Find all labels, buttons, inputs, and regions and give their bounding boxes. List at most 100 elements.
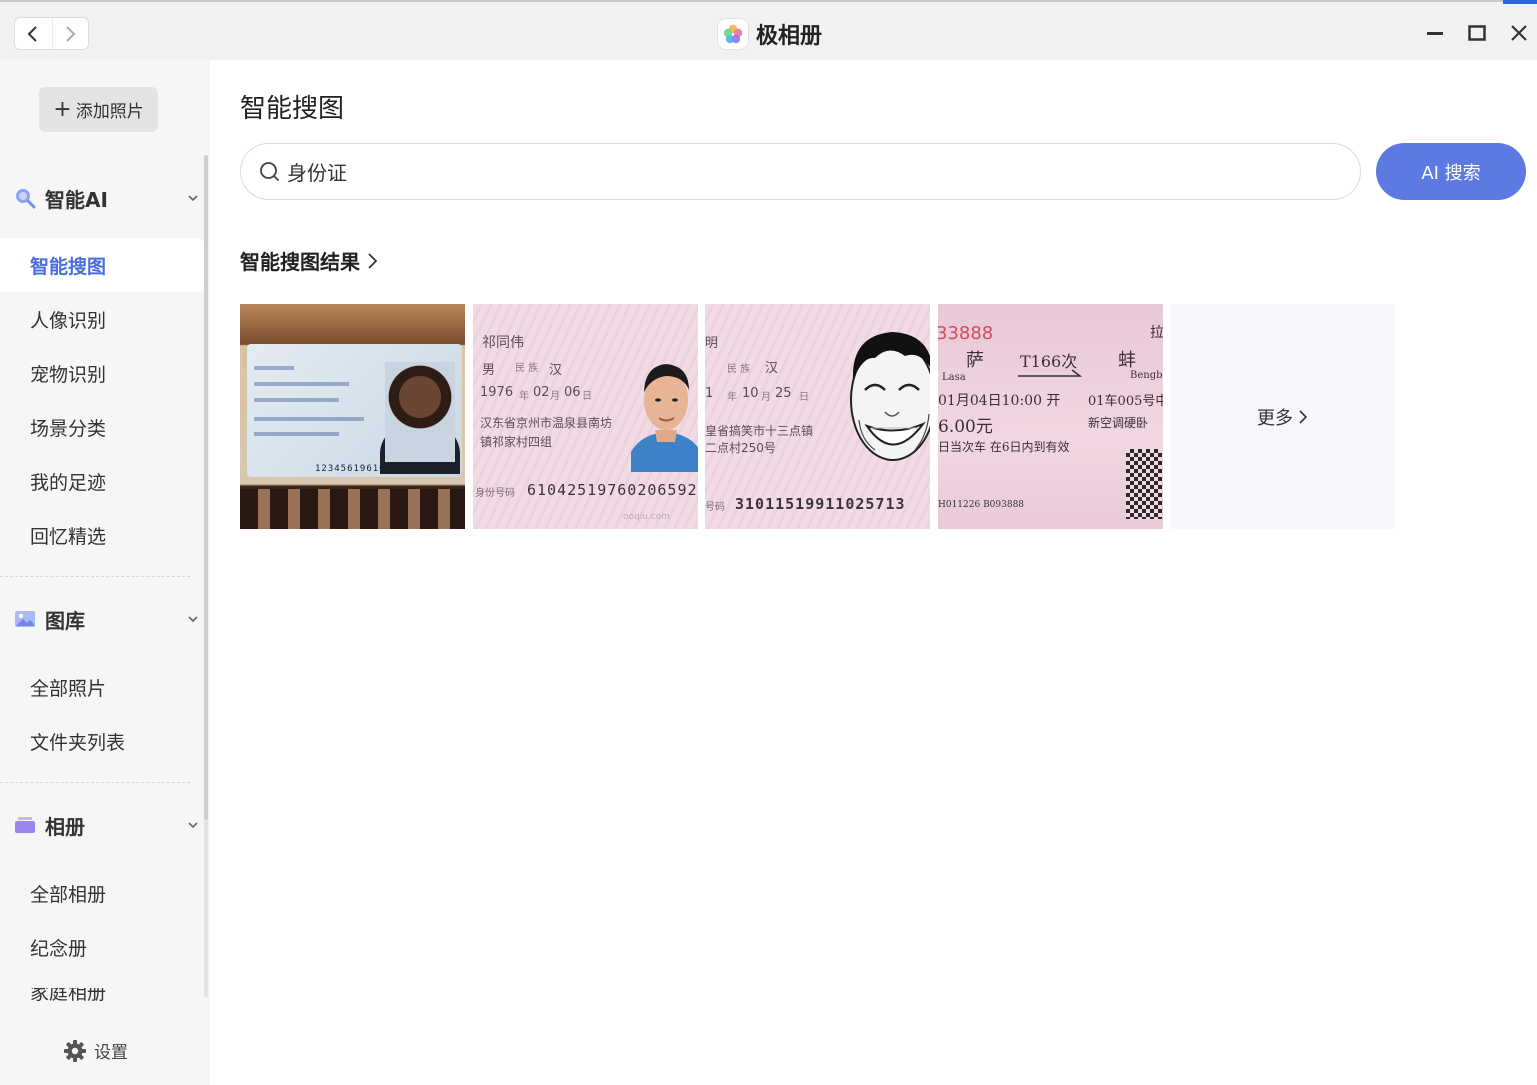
ticket-serial: H011226 B093888 (938, 500, 1025, 510)
app-name: 极相册 (756, 24, 823, 49)
id-birth-partial: 1 (705, 386, 714, 401)
ticket-from-en: Lasa (942, 372, 966, 383)
id-birth-day: 25 (775, 386, 792, 401)
ticket-seat-class: 新空调硬卧 (1088, 416, 1149, 430)
sidebar-divider (0, 576, 190, 577)
id-sex: 男 (482, 363, 496, 378)
ticket-to-en: Bengb (1130, 370, 1163, 381)
add-photo-button[interactable]: + 添加照片 (39, 87, 158, 132)
id-address-line-1: 汉东省京州市温泉县南坊 (480, 416, 613, 430)
id-number: 610425197602065920 (527, 481, 698, 499)
section-smart-ai[interactable]: 智能AI (14, 180, 204, 216)
result-thumbnail-id-card-3[interactable]: 明 民 族 汉 1 年 10 月 25 日 皇省搞笑市十三点镇 二点村250号 … (705, 304, 930, 529)
minimize-icon (1427, 32, 1443, 35)
results-header[interactable]: 智能搜图结果 (240, 246, 380, 275)
chevron-down-icon (188, 616, 198, 623)
card-line (254, 366, 294, 370)
sidebar-scroll-track (204, 820, 208, 997)
id-address-line-2: 镇祁家村四组 (480, 435, 553, 449)
ticket-from: 萨 (966, 350, 984, 371)
id-ethnic-label: 民 族 (515, 363, 539, 374)
ticket-note: 日当次车 在6日内到有效 (938, 440, 1070, 454)
app-logo-icon (718, 19, 748, 49)
close-button[interactable] (1504, 18, 1534, 48)
section-albums[interactable]: 相册 (14, 807, 204, 843)
background-stripes (240, 489, 465, 529)
id-birth-month: 02 (533, 385, 550, 400)
album-icon (14, 814, 36, 836)
id-number-label: 号码 (705, 502, 725, 513)
sidebar-item-all-albums[interactable]: 全部相册 (0, 866, 204, 920)
id-year-unit: 年 (727, 392, 737, 403)
chevron-right-icon (66, 25, 76, 42)
chevron-down-icon (188, 195, 198, 202)
settings-button[interactable]: 设置 (63, 1038, 128, 1063)
id-month-unit: 月 (550, 391, 560, 402)
id-day-unit: 日 (799, 392, 809, 403)
chevron-right-icon (1299, 409, 1308, 424)
section-gallery[interactable]: 图库 (14, 601, 204, 637)
id-birth-day: 06 (564, 385, 581, 400)
chevron-down-icon (188, 822, 198, 829)
qr-code-icon (1126, 449, 1162, 519)
meme-face-image (850, 332, 930, 461)
title-bar: 极相册 (0, 0, 1537, 60)
sidebar-item-smart-search[interactable]: 智能搜图 (0, 238, 204, 292)
sidebar-item-scene-classification[interactable]: 场景分类 (0, 400, 204, 454)
card-line (254, 398, 339, 402)
sidebar-item-all-photos[interactable]: 全部照片 (0, 660, 204, 714)
id-top-text: 明 (705, 336, 719, 351)
id-address-line-1: 皇省搞笑市十三点镇 (705, 424, 814, 438)
watermark-text: ooqiu.com (623, 512, 671, 522)
ticket-price: 6.00元 (938, 417, 993, 437)
sidebar-item-folder-list[interactable]: 文件夹列表 (0, 714, 204, 768)
section-title: 图库 (45, 608, 85, 633)
sidebar-item-my-footprints[interactable]: 我的足迹 (0, 454, 204, 508)
id-day-unit: 日 (582, 391, 592, 402)
sidebar-item-memories[interactable]: 回忆精选 (0, 508, 204, 562)
sidebar-item-face-recognition[interactable]: 人像识别 (0, 292, 204, 346)
search-icon (14, 187, 36, 209)
gear-icon (64, 1039, 86, 1062)
more-results-button[interactable]: 更多 (1171, 304, 1395, 529)
image-gallery-icon (14, 608, 36, 630)
sidebar-item-pet-recognition[interactable]: 宠物识别 (0, 346, 204, 400)
card-line (254, 417, 364, 421)
search-input[interactable] (287, 159, 1187, 184)
result-thumbnail-train-ticket[interactable]: 33888 拉 萨 T166次 蚌 Lasa Bengb 01月04日10:00… (938, 304, 1163, 529)
result-thumbnail-id-card-1[interactable]: 123456196108047890 (240, 304, 465, 529)
minimize-button[interactable] (1420, 18, 1450, 48)
id-ethnic: 汉 (765, 361, 779, 376)
ticket-corner-text: 拉 (1150, 325, 1163, 341)
search-bar[interactable] (240, 143, 1361, 200)
sidebar-item-memorial-book[interactable]: 纪念册 (0, 920, 204, 974)
ticket-car-seat: 01车005号中 (1088, 394, 1163, 409)
sidebar-scrollbar[interactable] (204, 155, 208, 820)
back-button[interactable] (15, 18, 52, 49)
forward-button[interactable] (51, 18, 89, 49)
id-month-unit: 月 (761, 392, 771, 403)
sidebar-item-family-album[interactable]: 家庭相册 (30, 988, 150, 1001)
id-address-line-2: 二点村250号 (705, 441, 776, 455)
id-year-unit: 年 (519, 391, 529, 402)
id-ethnic-label: 民 族 (727, 364, 751, 375)
app-title: 极相册 (718, 18, 822, 50)
settings-label: 设置 (94, 1043, 128, 1063)
results-title: 智能搜图结果 (240, 250, 360, 274)
result-thumbnail-id-card-2[interactable]: 祁同伟 男 民 族 汉 1976 年 02 月 06 日 汉东省京州市温泉县南坊… (473, 304, 698, 529)
title-accent (1503, 0, 1537, 4)
page-title: 智能搜图 (240, 94, 345, 124)
ticket-to: 蚌 (1118, 350, 1136, 371)
maximize-icon (1468, 25, 1486, 41)
close-icon (1511, 25, 1527, 41)
ai-search-button[interactable]: AI 搜索 (1376, 143, 1526, 200)
id-birth-month: 10 (742, 386, 759, 401)
section-title: 智能AI (45, 187, 108, 212)
ticket-datetime: 01月04日10:00 开 (938, 393, 1061, 409)
id-name: 祁同伟 (482, 335, 524, 351)
ticket-code: 33888 (938, 323, 994, 344)
main-panel: 智能搜图 AI 搜索 智能搜图结果 123456196108047890 祁同伟… (210, 60, 1537, 1085)
add-photo-label: 添加照片 (75, 102, 144, 122)
maximize-button[interactable] (1462, 18, 1492, 48)
id-number: 123456196108047890 (315, 464, 431, 474)
